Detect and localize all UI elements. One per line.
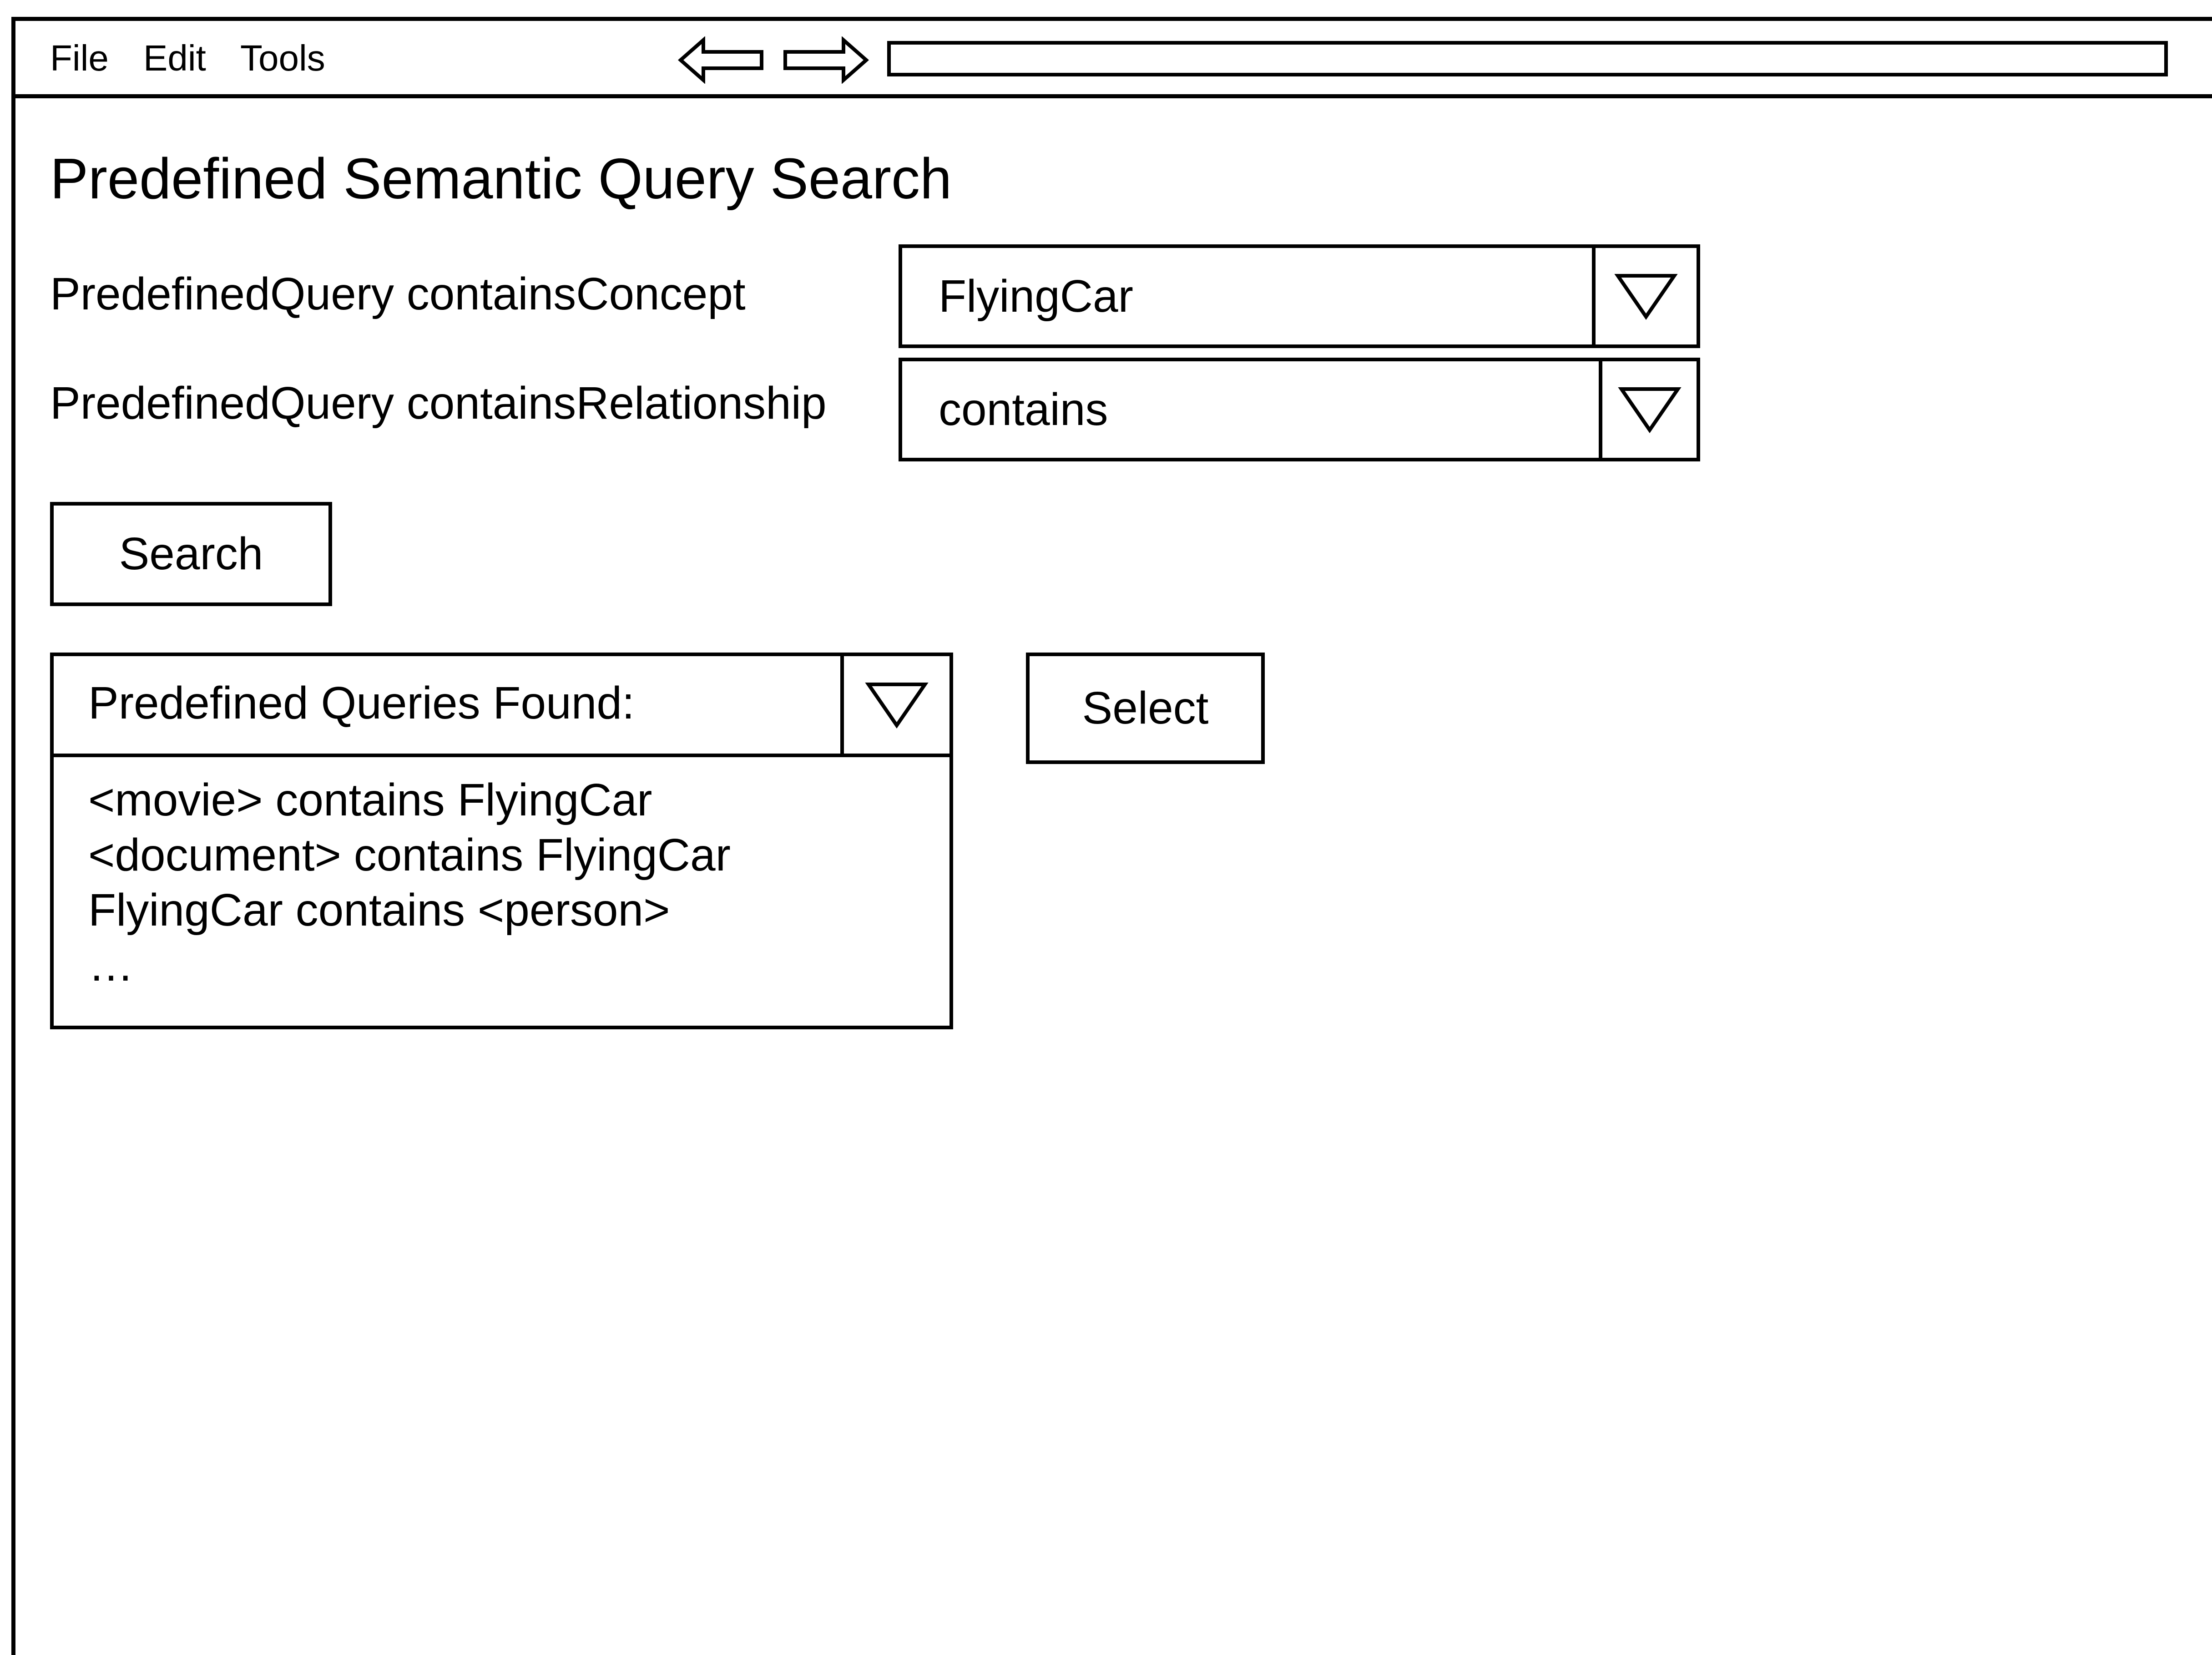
relationship-label: PredefinedQuery containsRelationship	[50, 378, 827, 429]
forward-arrow-icon[interactable]	[783, 36, 869, 84]
results-list: <movie> contains FlyingCar <document> co…	[88, 773, 931, 993]
address-bar[interactable]	[887, 41, 2168, 76]
list-item[interactable]: <document> contains FlyingCar	[88, 828, 931, 883]
menu-edit[interactable]: Edit	[143, 36, 206, 80]
list-item-ellipsis: …	[88, 940, 134, 991]
triangle-down-icon	[1614, 274, 1678, 320]
concept-dropdown-value: FlyingCar	[939, 271, 1133, 322]
search-button[interactable]: Search	[50, 502, 332, 606]
list-item[interactable]: <movie> contains FlyingCar	[88, 773, 931, 828]
page-title: Predefined Semantic Query Search	[50, 147, 952, 211]
triangle-down-icon	[1617, 387, 1682, 434]
select-button[interactable]: Select	[1026, 653, 1265, 764]
results-dropdown-button[interactable]	[840, 656, 949, 754]
results-listbox: Predefined Queries Found: <movie> contai…	[50, 653, 953, 1029]
relationship-dropdown-value: contains	[939, 384, 1108, 435]
list-item[interactable]: FlyingCar contains <person>	[88, 883, 931, 938]
concept-label: PredefinedQuery containsConcept	[50, 268, 746, 319]
concept-dropdown[interactable]: FlyingCar	[899, 244, 1700, 348]
menu-file[interactable]: File	[50, 36, 109, 80]
dropdown-arrow-button[interactable]	[1592, 248, 1697, 344]
relationship-dropdown[interactable]: contains	[899, 358, 1700, 461]
menu-tools[interactable]: Tools	[240, 36, 325, 80]
results-header-label: Predefined Queries Found:	[88, 678, 635, 729]
dropdown-arrow-button[interactable]	[1599, 361, 1697, 458]
triangle-down-icon	[865, 683, 929, 729]
results-header: Predefined Queries Found:	[54, 656, 949, 757]
back-arrow-icon[interactable]	[677, 36, 764, 84]
